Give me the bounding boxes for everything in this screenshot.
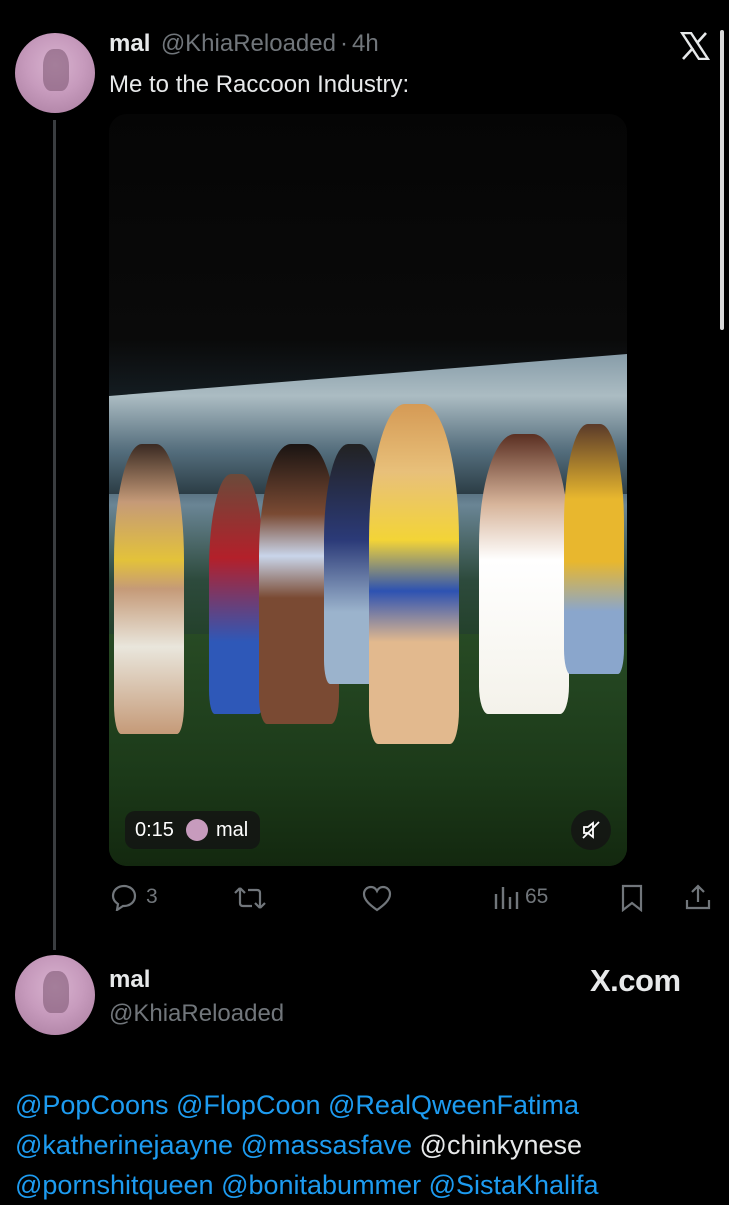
video-person bbox=[479, 434, 569, 714]
views-count: 65 bbox=[525, 885, 549, 908]
tweet-header: mal @KhiaReloaded · 4h bbox=[109, 30, 379, 58]
author-handle[interactable]: @KhiaReloaded bbox=[161, 30, 336, 57]
tweet-time[interactable]: 4h bbox=[352, 30, 379, 57]
video-timestamp-pill: 0:15 mal bbox=[125, 811, 261, 849]
video-person bbox=[114, 444, 184, 734]
card-author-handle[interactable]: @KhiaReloaded bbox=[109, 1000, 284, 1028]
author-avatar[interactable] bbox=[15, 33, 95, 113]
mention-text: @chinkynese bbox=[419, 1130, 583, 1160]
mentions-line: @pornshitqueen @bonitabummer @SistaKhali… bbox=[15, 1165, 715, 1205]
mention-link[interactable]: @FlopCoon bbox=[176, 1090, 320, 1120]
video-person bbox=[209, 474, 264, 714]
video-owner-avatar bbox=[185, 819, 208, 841]
views-icon bbox=[494, 887, 519, 909]
card-author-avatar[interactable] bbox=[15, 955, 95, 1035]
mention-link[interactable]: @massasfave bbox=[241, 1130, 412, 1160]
share-icon bbox=[685, 884, 711, 910]
video-person bbox=[369, 404, 459, 744]
mention-link[interactable]: @pornshitqueen bbox=[15, 1170, 214, 1200]
thread-line bbox=[53, 120, 56, 950]
x-logo-icon[interactable] bbox=[679, 31, 711, 65]
author-name[interactable]: mal bbox=[109, 30, 150, 57]
views-button[interactable]: 65 bbox=[493, 884, 548, 910]
bookmark-icon bbox=[621, 884, 643, 912]
like-button[interactable] bbox=[362, 885, 392, 913]
card-author-name[interactable]: mal bbox=[109, 966, 150, 994]
mention-link[interactable]: @SistaKhalifa bbox=[429, 1170, 599, 1200]
video-player[interactable]: 0:15 mal bbox=[109, 114, 627, 866]
reply-count: 3 bbox=[146, 885, 158, 908]
mentions-block: @PopCoons @FlopCoon @RealQweenFatima @ka… bbox=[15, 1085, 715, 1205]
scrollbar[interactable] bbox=[720, 30, 724, 330]
mention-link[interactable]: @bonitabummer bbox=[221, 1170, 421, 1200]
mention-link[interactable]: @PopCoons bbox=[15, 1090, 169, 1120]
retweet-button[interactable] bbox=[233, 884, 267, 912]
header-separator: · bbox=[339, 30, 348, 57]
reply-button[interactable]: 3 bbox=[110, 883, 158, 911]
mention-link[interactable]: @katherinejaayne bbox=[15, 1130, 233, 1160]
share-button[interactable] bbox=[684, 883, 712, 911]
like-icon bbox=[362, 885, 392, 912]
mentions-line: @katherinejaayne @massasfave @chinkynese bbox=[15, 1125, 715, 1165]
video-owner-name: mal bbox=[215, 818, 249, 841]
mute-button[interactable] bbox=[571, 810, 611, 850]
mute-icon bbox=[582, 821, 600, 839]
mentions-line: @PopCoons @FlopCoon @RealQweenFatima bbox=[15, 1085, 715, 1125]
tweet-text: Me to the Raccoon Industry: bbox=[109, 71, 410, 98]
bookmark-button[interactable] bbox=[620, 884, 644, 912]
video-duration: 0:15 bbox=[135, 818, 174, 841]
x-com-brand: X.com bbox=[590, 963, 681, 998]
video-person bbox=[564, 424, 624, 674]
reply-icon bbox=[111, 884, 137, 911]
mention-link[interactable]: @RealQweenFatima bbox=[328, 1090, 579, 1120]
retweet-icon bbox=[234, 887, 266, 909]
